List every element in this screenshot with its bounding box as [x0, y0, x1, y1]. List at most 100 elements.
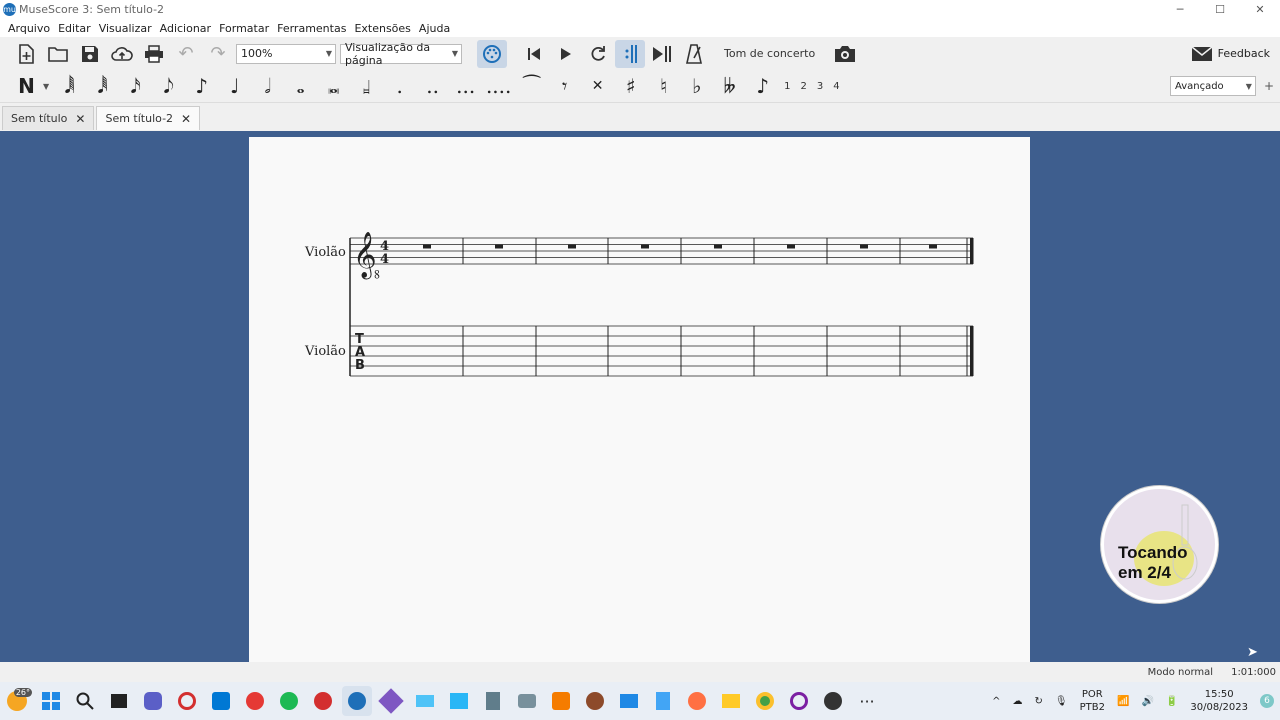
close-icon[interactable]: ✕ — [75, 112, 85, 126]
menu-ferramentas[interactable]: Ferramentas — [277, 22, 346, 35]
natural-icon[interactable]: ♮ — [647, 72, 680, 100]
creative-cloud-icon[interactable] — [240, 686, 270, 716]
office-icon[interactable] — [546, 686, 576, 716]
duration-64th-icon[interactable]: 𝅘𝅥𝅲 — [53, 72, 86, 100]
notification-badge[interactable]: 6 — [1260, 694, 1274, 708]
score-page[interactable]: Violão Violão 𝄠 4 4 T A B — [249, 137, 1030, 662]
whole-rest[interactable] — [495, 244, 503, 249]
cloud-upload-icon[interactable] — [107, 40, 137, 68]
microphone-icon[interactable]: 🎙 — [1055, 695, 1068, 708]
flip-direction-icon[interactable]: ♪ — [746, 72, 779, 100]
whole-rest[interactable] — [641, 244, 649, 249]
duration-32nd-icon[interactable]: 𝅘𝅥𝅱 — [86, 72, 119, 100]
duration-eighth-alt-icon[interactable]: ♪ — [185, 72, 218, 100]
whole-rest[interactable] — [787, 244, 795, 249]
firefox-icon[interactable] — [682, 686, 712, 716]
notepad-icon[interactable] — [648, 686, 678, 716]
clock[interactable]: 15:50 30/08/2023 — [1190, 688, 1248, 714]
task-view-icon[interactable] — [104, 686, 134, 716]
menu-extensoes[interactable]: Extensões — [354, 22, 410, 35]
pan-score-icon[interactable] — [647, 40, 677, 68]
tab-sem-titulo-2[interactable]: Sem título-2 ✕ — [96, 106, 201, 130]
voice-1-button[interactable]: 1 — [784, 81, 790, 92]
double-flat-icon[interactable]: 𝄫 — [713, 72, 746, 100]
sharp-icon[interactable]: ♯ — [614, 72, 647, 100]
metronome-icon[interactable] — [679, 40, 709, 68]
score-canvas[interactable]: Violão Violão 𝄠 4 4 T A B ➤ — [0, 131, 1280, 662]
menu-visualizar[interactable]: Visualizar — [99, 22, 152, 35]
store-icon[interactable] — [206, 686, 236, 716]
triple-dot-icon[interactable]: ... — [449, 72, 482, 100]
whole-rest[interactable] — [714, 244, 722, 249]
weather-widget[interactable]: 26° — [2, 686, 32, 716]
open-folder-icon[interactable] — [43, 40, 73, 68]
quadruple-dot-icon[interactable]: .... — [482, 72, 515, 100]
close-icon[interactable]: ✕ — [181, 112, 191, 126]
duration-whole-icon[interactable]: 𝅝 — [284, 72, 317, 100]
tie-icon[interactable]: ⁀ — [515, 72, 548, 100]
edit-app-icon[interactable] — [410, 686, 440, 716]
redo-icon[interactable]: ↷ — [203, 40, 233, 68]
double-sharp-icon[interactable]: ✕ — [581, 72, 614, 100]
dot-icon[interactable]: . — [383, 72, 416, 100]
tray-overflow-icon[interactable]: ^ — [992, 695, 1000, 708]
copilot-icon[interactable] — [376, 686, 406, 716]
duration-quarter-icon[interactable]: ♩ — [218, 72, 251, 100]
rewind-icon[interactable] — [519, 40, 549, 68]
new-file-icon[interactable] — [11, 40, 41, 68]
flat-icon[interactable]: ♭ — [680, 72, 713, 100]
musescore-task-icon[interactable] — [342, 686, 372, 716]
loop-icon[interactable] — [583, 40, 613, 68]
close-window-button[interactable]: ✕ — [1240, 0, 1280, 19]
save-icon[interactable] — [75, 40, 105, 68]
start-icon[interactable] — [36, 686, 66, 716]
zoom-select[interactable]: 100% ▼ — [236, 43, 336, 64]
minimize-button[interactable]: ─ — [1160, 0, 1200, 19]
duration-half-icon[interactable]: 𝅗𝅥 — [251, 72, 284, 100]
feedback-button[interactable]: Feedback — [1218, 47, 1270, 60]
whole-rest[interactable] — [929, 244, 937, 249]
menu-formatar[interactable]: Formatar — [219, 22, 269, 35]
app-red-circle-icon[interactable] — [172, 686, 202, 716]
whole-rest[interactable] — [860, 244, 868, 249]
undo-icon[interactable]: ↶ — [171, 40, 201, 68]
feedback-mail-icon[interactable] — [1187, 40, 1217, 68]
teams-icon[interactable] — [138, 686, 168, 716]
wifi-icon[interactable]: 📶 — [1117, 695, 1129, 708]
voice-3-button[interactable]: 3 — [817, 81, 823, 92]
language-indicator[interactable]: POR PTB2 — [1080, 688, 1105, 714]
print-icon[interactable] — [139, 40, 169, 68]
duration-longa-icon[interactable]: 𝆷 — [350, 72, 383, 100]
view-mode-select[interactable]: Visualização da página ▼ — [340, 41, 462, 67]
spotify-icon[interactable] — [274, 686, 304, 716]
tab-sem-titulo[interactable]: Sem título ✕ — [2, 106, 95, 130]
rest-icon[interactable]: 𝄾 — [548, 72, 581, 100]
photos-icon[interactable] — [444, 686, 474, 716]
maximize-button[interactable]: ☐ — [1200, 0, 1240, 19]
camera-icon[interactable] — [512, 686, 542, 716]
volume-icon[interactable]: 🔊 — [1141, 695, 1153, 708]
voice-2-button[interactable]: 2 — [801, 81, 807, 92]
note-input-mode-icon[interactable]: N — [10, 72, 43, 100]
battery-icon[interactable]: 🔋 — [1166, 695, 1178, 708]
media-player-icon[interactable] — [308, 686, 338, 716]
whole-rest[interactable] — [423, 244, 431, 249]
chevron-down-icon[interactable]: ▼ — [43, 82, 49, 91]
obs-icon[interactable] — [818, 686, 848, 716]
workspace-select[interactable]: Avançado ▼ — [1169, 76, 1256, 96]
calculator-icon[interactable] — [478, 686, 508, 716]
add-workspace-icon[interactable]: + — [1264, 79, 1274, 93]
whole-rest[interactable] — [568, 244, 576, 249]
menu-adicionar[interactable]: Adicionar — [160, 22, 211, 35]
sync-icon[interactable]: ↻ — [1035, 695, 1043, 708]
play-repeats-icon[interactable] — [615, 39, 645, 68]
menu-editar[interactable]: Editar — [58, 22, 91, 35]
duration-16th-icon[interactable]: 𝅘𝅥𝅯 — [119, 72, 152, 100]
baseball-icon[interactable] — [580, 686, 610, 716]
search-icon[interactable] — [70, 686, 100, 716]
duration-eighth-icon[interactable]: 𝅘𝅥𝅮 — [152, 72, 185, 100]
more-apps-icon[interactable]: ··· — [852, 686, 882, 716]
image-capture-icon[interactable] — [830, 40, 860, 68]
midi-input-icon[interactable] — [477, 39, 507, 68]
duration-breve-icon[interactable]: 𝅜 — [317, 72, 350, 100]
